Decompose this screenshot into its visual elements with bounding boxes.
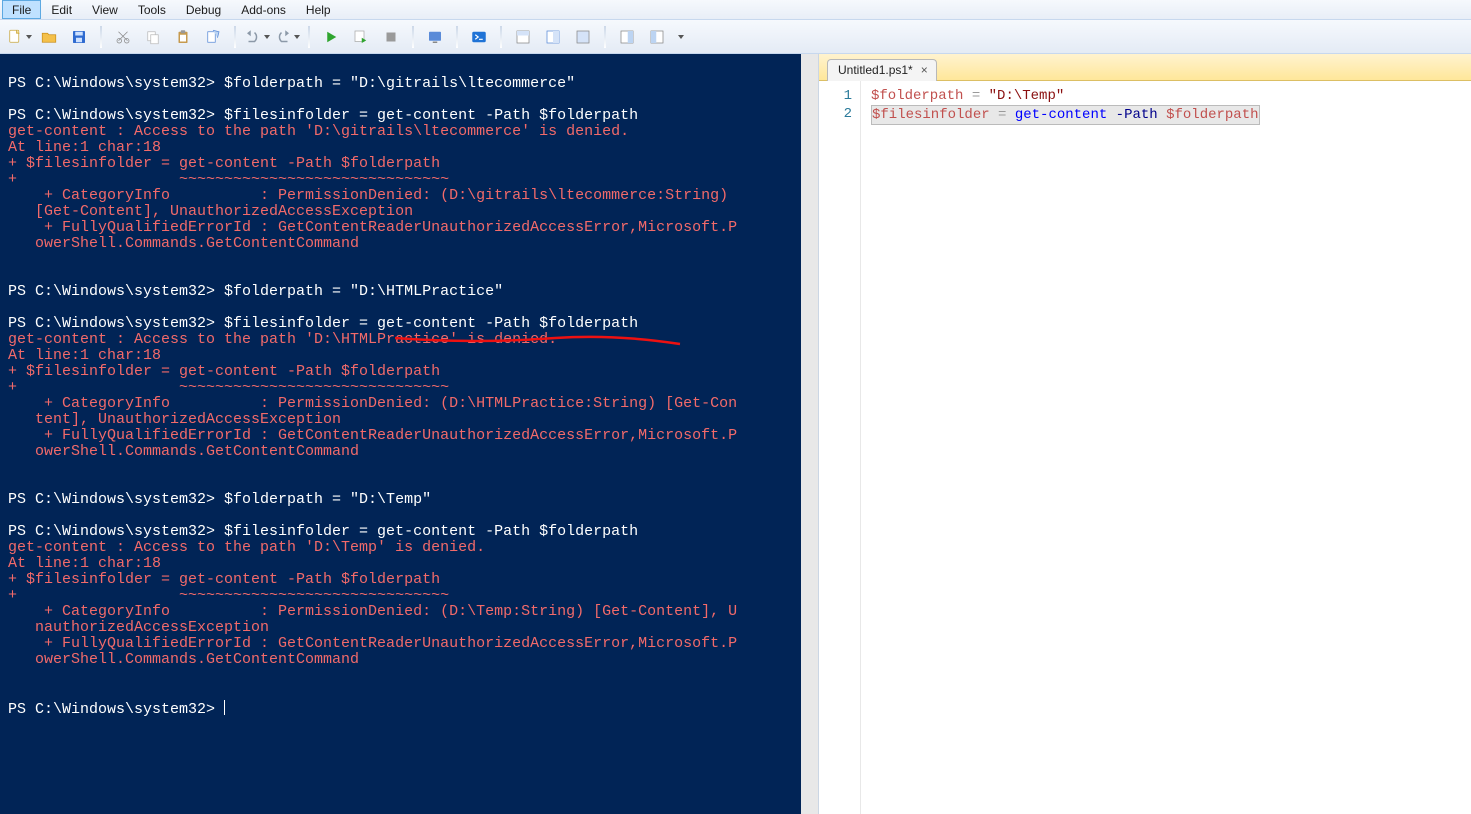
- console-error-line: + FullyQualifiedErrorId : GetContentRead…: [8, 427, 737, 444]
- new-remote-tab-button[interactable]: [422, 24, 448, 50]
- separator: [604, 26, 606, 48]
- menu-debug[interactable]: Debug: [176, 0, 231, 19]
- run-selection-button[interactable]: [348, 24, 374, 50]
- paste-button[interactable]: [170, 24, 196, 50]
- console-line: PS C:\Windows\system32> $folderpath = "D…: [8, 283, 503, 300]
- menu-tools[interactable]: Tools: [128, 0, 176, 19]
- console-error-line: + $filesinfolder = get-content -Path $fo…: [8, 155, 440, 172]
- open-file-button[interactable]: [36, 24, 62, 50]
- menubar: File Edit View Tools Debug Add-ons Help: [0, 0, 1471, 20]
- console-pane[interactable]: PS C:\Windows\system32> $folderpath = "D…: [0, 54, 818, 814]
- start-powershell-button[interactable]: [466, 24, 492, 50]
- tab-title: Untitled1.ps1*: [838, 63, 913, 77]
- code-line-selected: $filesinfolder = get-content -Path $fold…: [871, 105, 1260, 125]
- separator: [234, 26, 236, 48]
- console-line: PS C:\Windows\system32> $folderpath = "D…: [8, 491, 431, 508]
- console-prompt[interactable]: PS C:\Windows\system32>: [8, 701, 225, 718]
- console-error-line: + ~~~~~~~~~~~~~~~~~~~~~~~~~~~~~~: [8, 379, 449, 396]
- menu-edit[interactable]: Edit: [41, 0, 82, 19]
- editor-tabstrip: Untitled1.ps1* ×: [819, 54, 1471, 81]
- separator: [500, 26, 502, 48]
- menu-addons[interactable]: Add-ons: [231, 0, 296, 19]
- editor-tab[interactable]: Untitled1.ps1* ×: [827, 59, 937, 81]
- dropdown-icon: [264, 35, 270, 39]
- undo-button[interactable]: [244, 24, 270, 50]
- console-error-line: At line:1 char:18: [8, 555, 161, 572]
- console-error-line: nauthorizedAccessException: [8, 619, 269, 636]
- separator: [308, 26, 310, 48]
- save-button[interactable]: [66, 24, 92, 50]
- show-command-window-button[interactable]: [644, 24, 670, 50]
- dropdown-icon: [294, 35, 300, 39]
- console-error-line: owerShell.Commands.GetContentCommand: [8, 651, 359, 668]
- run-script-button[interactable]: [318, 24, 344, 50]
- menu-help[interactable]: Help: [296, 0, 341, 19]
- console-error-line: At line:1 char:18: [8, 347, 161, 364]
- console-error-line: + CategoryInfo : PermissionDenied: (D:\g…: [8, 187, 728, 204]
- console-line: PS C:\Windows\system32> $folderpath = "D…: [8, 75, 575, 92]
- main-split: PS C:\Windows\system32> $folderpath = "D…: [0, 54, 1471, 814]
- console-line: PS C:\Windows\system32> $filesinfolder =…: [8, 315, 638, 332]
- console-output[interactable]: PS C:\Windows\system32> $folderpath = "D…: [0, 54, 818, 740]
- clear-console-button[interactable]: [200, 24, 226, 50]
- console-error-line: + CategoryInfo : PermissionDenied: (D:\H…: [8, 395, 737, 412]
- annotation-underline: [395, 332, 685, 354]
- line-number-gutter: 1 2: [819, 81, 861, 814]
- console-error-line: tent], UnauthorizedAccessException: [8, 411, 341, 428]
- console-error-line: get-content : Access to the path 'D:\git…: [8, 123, 629, 140]
- code-line: $folderpath = "D:\Temp": [871, 87, 1260, 105]
- console-error-line: + ~~~~~~~~~~~~~~~~~~~~~~~~~~~~~~: [8, 171, 449, 188]
- cursor-icon: [224, 700, 225, 715]
- toolbar-overflow-icon[interactable]: [678, 35, 684, 39]
- copy-button[interactable]: [140, 24, 166, 50]
- show-script-pane-top-button[interactable]: [510, 24, 536, 50]
- console-line: PS C:\Windows\system32> $filesinfolder =…: [8, 523, 638, 540]
- redo-button[interactable]: [274, 24, 300, 50]
- stop-button[interactable]: [378, 24, 404, 50]
- show-script-pane-max-button[interactable]: [570, 24, 596, 50]
- scrollbar[interactable]: [801, 54, 818, 814]
- separator: [100, 26, 102, 48]
- console-error-line: get-content : Access to the path 'D:\Tem…: [8, 539, 485, 556]
- separator: [456, 26, 458, 48]
- cut-button[interactable]: [110, 24, 136, 50]
- separator: [412, 26, 414, 48]
- console-error-line: At line:1 char:18: [8, 139, 161, 156]
- menu-file[interactable]: File: [2, 0, 41, 19]
- code-editor[interactable]: 1 2 $folderpath = "D:\Temp" $filesinfold…: [819, 81, 1471, 814]
- console-error-line: + ~~~~~~~~~~~~~~~~~~~~~~~~~~~~~~: [8, 587, 449, 604]
- script-pane: Untitled1.ps1* × 1 2 $folderpath = "D:\T…: [818, 54, 1471, 814]
- console-line: PS C:\Windows\system32> $filesinfolder =…: [8, 107, 638, 124]
- console-error-line: + $filesinfolder = get-content -Path $fo…: [8, 363, 440, 380]
- new-file-button[interactable]: [6, 24, 32, 50]
- dropdown-icon: [26, 35, 32, 39]
- console-error-line: owerShell.Commands.GetContentCommand: [8, 443, 359, 460]
- console-error-line: [Get-Content], UnauthorizedAccessExcepti…: [8, 203, 413, 220]
- menu-view[interactable]: View: [82, 0, 128, 19]
- console-error-line: owerShell.Commands.GetContentCommand: [8, 235, 359, 252]
- show-script-pane-right-button[interactable]: [540, 24, 566, 50]
- line-number: 1: [819, 87, 852, 105]
- console-error-line: + $filesinfolder = get-content -Path $fo…: [8, 571, 440, 588]
- code-content[interactable]: $folderpath = "D:\Temp" $filesinfolder =…: [861, 81, 1260, 814]
- line-number: 2: [819, 105, 852, 123]
- console-error-line: + CategoryInfo : PermissionDenied: (D:\T…: [8, 603, 737, 620]
- close-icon[interactable]: ×: [921, 63, 928, 77]
- console-error-line: + FullyQualifiedErrorId : GetContentRead…: [8, 635, 737, 652]
- console-error-line: + FullyQualifiedErrorId : GetContentRead…: [8, 219, 737, 236]
- show-command-addon-button[interactable]: [614, 24, 640, 50]
- toolbar: [0, 20, 1471, 54]
